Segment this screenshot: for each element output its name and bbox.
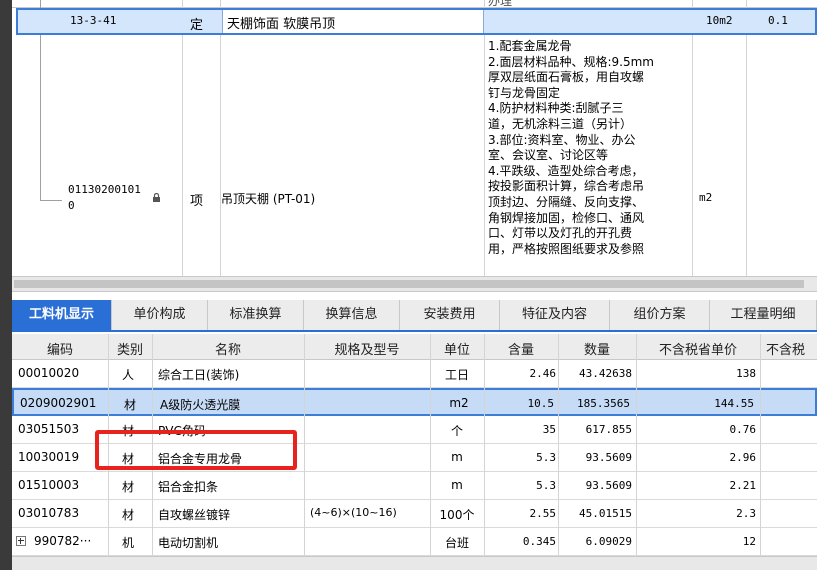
cell-name: 铝合金扣条 bbox=[158, 480, 219, 494]
bottom-scrollbar[interactable] bbox=[12, 556, 817, 570]
description-line: 1.配套金属龙骨 bbox=[488, 39, 572, 53]
tab-standard-conversion[interactable]: 标准换算 bbox=[208, 300, 304, 330]
cell-content: 2.55 bbox=[529, 507, 557, 520]
cell-price: 12 bbox=[742, 535, 756, 548]
cell-qty: 45.01515 bbox=[579, 507, 632, 520]
cell-unit: m2 bbox=[449, 396, 469, 410]
cell-content: 5.3 bbox=[536, 451, 556, 464]
cell-name: A级防火透光膜 bbox=[160, 398, 241, 412]
cell-unit: 100个 bbox=[439, 508, 475, 522]
table-row[interactable]: 0209002901 材 A级防火透光膜 m2 10.5 185.3565 144.55 bbox=[12, 388, 817, 416]
description-line: 按投影面积计算，综合考虑吊 bbox=[488, 179, 645, 194]
app-frame: 办理 13-3-41 定 天棚饰面 软膜吊顶 10m2 0.1 01130200… bbox=[12, 0, 817, 570]
cell-code: 03010783 bbox=[18, 506, 80, 520]
cell-qty: 185.3565 bbox=[577, 397, 630, 410]
cell-qty: 93.5609 bbox=[585, 451, 632, 464]
cell-unit: 台班 bbox=[444, 536, 469, 550]
cell-code: 10030019 bbox=[18, 450, 80, 464]
cell-unit: m bbox=[451, 478, 463, 492]
cell-qty: 93.5609 bbox=[585, 479, 632, 492]
tab-unit-price-composition[interactable]: 单价构成 bbox=[112, 300, 208, 330]
cell-cat: 机 bbox=[122, 536, 135, 550]
top-grid: 办理 13-3-41 定 天棚饰面 软膜吊顶 10m2 0.1 01130200… bbox=[12, 0, 817, 276]
quota-type: 定 bbox=[190, 18, 204, 33]
cell-code: 03051503 bbox=[18, 422, 80, 436]
tab-conversion-info[interactable]: 换算信息 bbox=[304, 300, 400, 330]
description-line: 道，无机涂料三道（另计） bbox=[488, 116, 633, 131]
cell-price: 2.96 bbox=[729, 451, 757, 464]
cell-unit: m bbox=[451, 450, 463, 464]
quota-unit: 10m2 bbox=[706, 14, 733, 27]
tab-labor-material-machine[interactable]: 工料机显示 bbox=[12, 300, 112, 330]
table-header: 编码 类别 名称 规格及型号 单位 含量 数量 不含税省单价 不含税 bbox=[12, 334, 817, 360]
table-row[interactable]: 00010020 人 综合工日(装饰) 工日 2.46 43.42638 138 bbox=[12, 360, 817, 388]
cell-name: 自攻螺丝镀锌 bbox=[158, 508, 231, 522]
cell-qty: 43.42638 bbox=[579, 367, 632, 380]
description-line: 钉与龙骨固定 bbox=[488, 85, 561, 100]
cell-price: 144.55 bbox=[714, 397, 754, 410]
cell-content: 0.345 bbox=[522, 535, 556, 548]
tab-pricing-scheme[interactable]: 组价方案 bbox=[610, 300, 710, 330]
cell-content: 2.46 bbox=[529, 367, 557, 380]
cell-qty: 6.09029 bbox=[585, 535, 632, 548]
annotation-highlight-box bbox=[95, 430, 297, 470]
cell-code: 0209002901 bbox=[20, 396, 97, 410]
cell-content: 35 bbox=[542, 423, 556, 436]
quota-row-selected[interactable]: 13-3-41 定 天棚饰面 软膜吊顶 10m2 0.1 bbox=[16, 8, 817, 35]
quota-name-input[interactable]: 天棚饰面 软膜吊顶 bbox=[222, 10, 484, 33]
description-line: 厚双层纸面石膏板，用自攻螺 bbox=[488, 70, 645, 85]
description-line: 3.部位:资料室、物业、办公 bbox=[488, 132, 636, 147]
cell-code: 01510003 bbox=[18, 478, 80, 492]
table-row[interactable]: 01510003 材 铝合金扣条 m 5.3 93.5609 2.21 bbox=[12, 472, 817, 500]
description-line: 角钢焊接加固，检修口、通风 bbox=[488, 210, 645, 225]
tab-features-content[interactable]: 特征及内容 bbox=[500, 300, 610, 330]
cell-name: 综合工日(装饰) bbox=[158, 368, 240, 382]
cell-spec: (4~6)×(10~16) bbox=[310, 506, 397, 519]
cell-cat: 材 bbox=[122, 508, 135, 522]
description-line: 口、灯带以及灯孔的开孔费 bbox=[488, 226, 633, 241]
detail-tabs: 工料机显示 单价构成 标准换算 换算信息 安装费用 特征及内容 组价方案 工程量… bbox=[12, 300, 817, 332]
cell-code: 990782··· bbox=[34, 534, 92, 548]
tab-installation-fee[interactable]: 安装费用 bbox=[400, 300, 500, 330]
cell-cat: 材 bbox=[122, 480, 135, 494]
bill-type: 项 bbox=[190, 194, 204, 209]
cell-content: 5.3 bbox=[536, 479, 556, 492]
bill-name: 吊顶天棚 (PT-01) bbox=[221, 192, 316, 206]
cell-name: 电动切割机 bbox=[158, 536, 219, 550]
cell-price: 138 bbox=[736, 367, 756, 380]
bill-code: 01130200101 0 bbox=[68, 183, 141, 212]
cell-content: 10.5 bbox=[527, 397, 555, 410]
quota-qty: 0.1 bbox=[768, 14, 788, 27]
description-line: 顶封边、分隔缝、反向支撑、 bbox=[488, 194, 645, 209]
table-row[interactable]: 03010783 材 自攻螺丝镀锌 (4~6)×(10~16) 100个 2.55 45.0… bbox=[12, 500, 817, 528]
cell-price: 2.21 bbox=[729, 479, 757, 492]
cell-unit: 工日 bbox=[444, 368, 469, 382]
cell-price: 2.3 bbox=[736, 507, 756, 520]
cell-code: 00010020 bbox=[18, 366, 80, 380]
description-line: 4.防护材料种类:刮腻子三 bbox=[488, 101, 624, 116]
scrollbar-thumb[interactable] bbox=[14, 280, 804, 288]
quota-code: 13-3-41 bbox=[70, 14, 117, 27]
cell-cat: 材 bbox=[124, 398, 137, 412]
horizontal-scrollbar[interactable] bbox=[12, 276, 817, 292]
description-line: 4.平跌级、造型处综合考虑， bbox=[488, 163, 644, 178]
description-line: 2.面层材料品种、规格:9.5mm bbox=[488, 54, 654, 69]
cell-cat: 人 bbox=[122, 368, 135, 382]
description-line: 室、会议室、讨论区等 bbox=[488, 148, 609, 163]
tab-quantity-detail[interactable]: 工程量明细 bbox=[710, 300, 817, 330]
table-row[interactable]: 990782··· 机 电动切割机 台班 0.345 6.09029 12 bbox=[12, 528, 817, 556]
expand-icon[interactable] bbox=[16, 536, 26, 546]
bill-unit: m2 bbox=[699, 191, 713, 204]
lock-icon bbox=[153, 193, 160, 202]
cell-qty: 617.855 bbox=[585, 423, 632, 436]
bill-description: 1.配套金属龙骨 2.面层材料品种、规格:9.5mm 厚双层纸面石膏板，用自攻螺 钉与… bbox=[488, 39, 688, 257]
cell-unit: 个 bbox=[450, 424, 463, 438]
description-line: 用，严格按照图纸要求及参照 bbox=[488, 241, 645, 256]
cell-price: 0.76 bbox=[729, 423, 757, 436]
